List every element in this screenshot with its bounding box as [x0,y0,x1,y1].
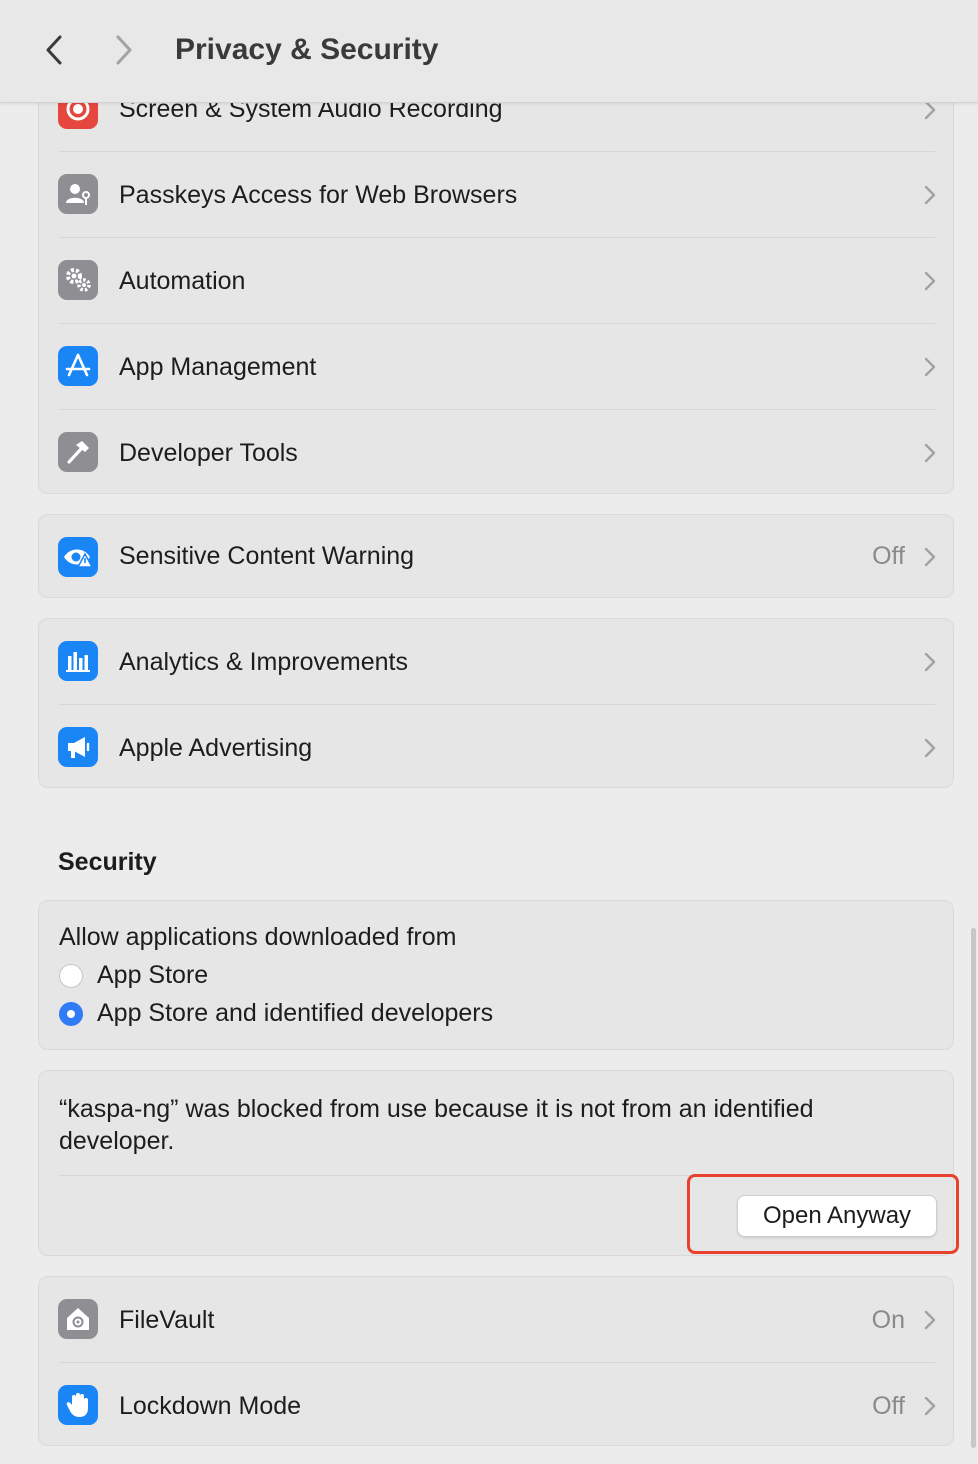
chevron-right-icon [116,35,132,65]
row-label: App Management [119,353,317,381]
blocked-message: “kaspa-ng” was blocked from use because … [59,1095,814,1155]
chevron-right-icon [924,271,936,291]
row-label: Passkeys Access for Web Browsers [119,181,518,209]
row-filevault[interactable]: FileVault On [39,1277,955,1363]
radio-label: App Store [97,961,209,989]
row-label: Sensitive Content Warning [119,542,415,570]
chevron-right-icon [924,1310,936,1330]
scrollbar-thumb[interactable] [971,928,976,1448]
title-bar: Privacy & Security [0,0,978,103]
megaphone-icon [58,727,98,767]
radio-button[interactable] [59,964,83,988]
radio-label: App Store and identified developers [97,999,494,1027]
row-label: Lockdown Mode [119,1392,302,1420]
row-value: Off [872,1392,905,1420]
row-automation[interactable]: Automation [39,238,955,324]
house-lock-icon [58,1299,98,1339]
row-passkeys[interactable]: Passkeys Access for Web Browsers [39,152,955,238]
hammer-icon [58,432,98,472]
row-lockdown-mode[interactable]: Lockdown Mode Off [39,1363,955,1449]
chevron-right-icon [924,443,936,463]
chevron-left-icon [46,35,62,65]
row-analytics[interactable]: Analytics & Improvements [39,619,955,705]
chevron-right-icon [924,185,936,205]
page-title: Privacy & Security [175,33,439,66]
app-store-icon [58,346,98,386]
eye-warning-icon [58,537,98,577]
radio-option-app-store[interactable]: App Store [39,961,639,995]
forward-button[interactable] [106,30,142,70]
hand-icon [58,1385,98,1425]
row-apple-advertising[interactable]: Apple Advertising [39,705,955,791]
person-key-icon [58,174,98,214]
row-label: FileVault [119,1306,215,1334]
allow-apps-group: Allow applications downloaded from App S… [38,900,954,1050]
analytics-group: Analytics & Improvements Apple Advertisi… [38,618,954,788]
allow-apps-label: Allow applications downloaded from [59,923,457,951]
chevron-right-icon [924,738,936,758]
chevron-right-icon [924,1396,936,1416]
row-label: Developer Tools [119,439,298,467]
chevron-right-icon [924,547,936,567]
bar-chart-icon [58,641,98,681]
row-label: Automation [119,267,246,295]
privacy-list-group: Screen & System Audio Recording Passkeys… [38,64,954,494]
highlight-annotation [687,1174,959,1254]
row-value: On [871,1306,905,1334]
filevault-group: FileVault On Lockdown Mode Off [38,1276,954,1446]
row-sensitive-content-warning[interactable]: Sensitive Content Warning Off [39,515,955,599]
gears-icon [58,260,98,300]
sensitive-content-group: Sensitive Content Warning Off [38,514,954,598]
row-developer-tools[interactable]: Developer Tools [39,410,955,496]
row-value: Off [872,542,905,570]
row-app-management[interactable]: App Management [39,324,955,410]
chevron-right-icon [924,652,936,672]
back-button[interactable] [36,30,72,70]
row-label: Apple Advertising [119,734,313,762]
radio-button[interactable] [59,1002,83,1026]
radio-option-identified-developers[interactable]: App Store and identified developers [39,999,739,1033]
row-label: Analytics & Improvements [119,648,408,676]
section-title-security: Security [58,848,157,876]
chevron-right-icon [924,357,936,377]
